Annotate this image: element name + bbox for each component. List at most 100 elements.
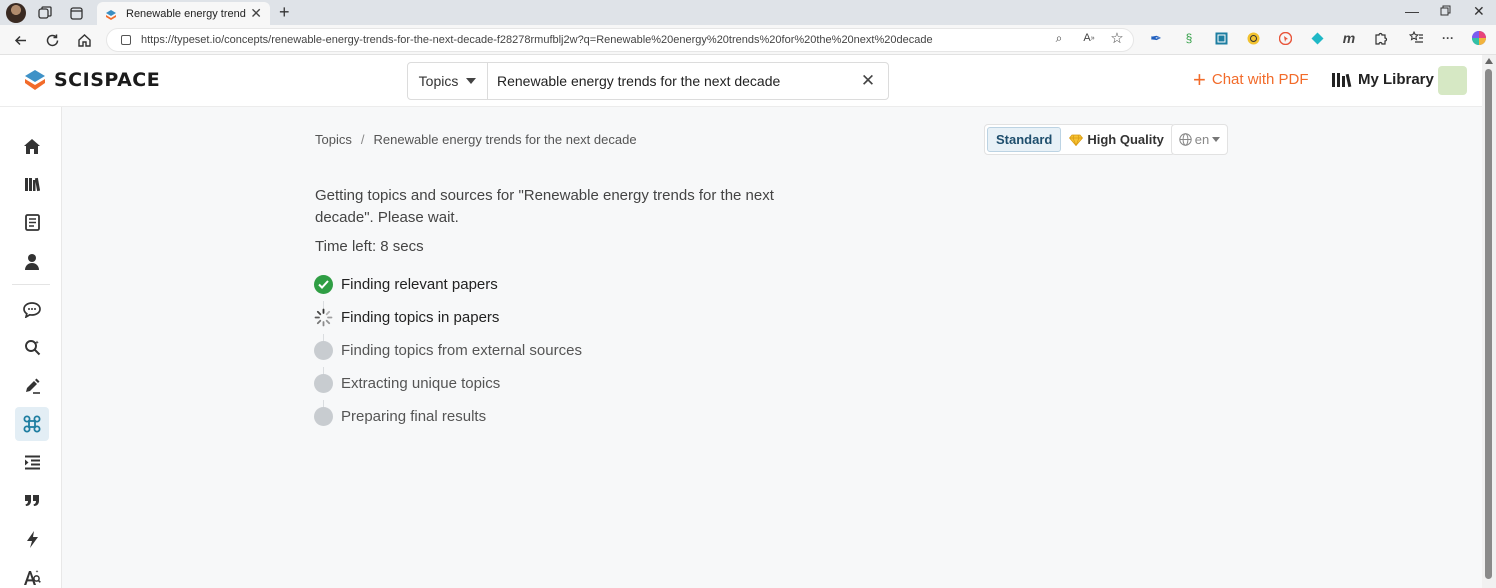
tab-actions-icon[interactable] — [66, 3, 86, 23]
globe-icon — [1179, 133, 1192, 146]
my-library-button[interactable]: My Library — [1332, 71, 1434, 88]
profile-icon — [25, 253, 39, 270]
url-bar[interactable]: https://typeset.io/concepts/renewable-en… — [106, 28, 1134, 52]
chat-with-pdf-button[interactable]: + Chat with PDF — [1193, 66, 1309, 92]
extension-spiral-icon[interactable]: § — [1181, 30, 1197, 46]
sidebar-item-literature-search[interactable] — [15, 330, 49, 364]
extensions-puzzle-icon[interactable] — [1373, 30, 1389, 46]
tab-close-icon[interactable]: ✕ — [250, 5, 262, 22]
citation-icon — [25, 494, 39, 506]
high-quality-button[interactable]: High Quality — [1061, 127, 1172, 152]
sidebar-item-chat[interactable] — [15, 292, 49, 326]
spinner-icon — [314, 308, 333, 327]
pending-circle-icon — [314, 406, 333, 426]
favorites-icon[interactable] — [1408, 30, 1424, 46]
step-extracting-unique-topics: Extracting unique topics — [314, 373, 500, 393]
ai-detector-icon — [24, 569, 41, 585]
extension-m-icon[interactable]: m — [1341, 30, 1357, 46]
minimize-icon[interactable]: — — [1405, 3, 1419, 19]
sidebar-item-library[interactable] — [15, 167, 49, 201]
browser-toolbar: https://typeset.io/concepts/renewable-en… — [0, 25, 1496, 55]
clear-search-icon[interactable]: ✕ — [848, 63, 888, 99]
time-left: Time left: 8 secs — [315, 238, 424, 255]
home-browser-icon[interactable] — [75, 31, 93, 49]
favorite-star-icon[interactable]: ☆ — [1109, 30, 1125, 47]
scroll-thumb[interactable] — [1485, 69, 1492, 579]
step-label: Extracting unique topics — [341, 374, 501, 392]
extension-diamond-icon[interactable] — [1309, 30, 1325, 46]
notebook-icon — [24, 213, 40, 231]
workspaces-icon[interactable] — [35, 3, 55, 23]
restore-icon[interactable] — [1440, 3, 1451, 19]
extension-box-icon[interactable] — [1213, 30, 1229, 46]
chevron-down-icon — [1212, 137, 1221, 142]
sidebar-item-paraphraser[interactable] — [15, 445, 49, 479]
new-tab-icon[interactable]: + — [279, 3, 290, 21]
step-label: Finding topics in papers — [341, 308, 500, 326]
main-content: Topics / Renewable energy trends for the… — [62, 107, 1482, 588]
library-books-icon — [1332, 72, 1352, 87]
lightning-icon — [26, 530, 38, 548]
pen-icon — [25, 378, 40, 394]
user-avatar[interactable] — [1438, 66, 1467, 95]
extension-pen-icon[interactable]: ✒ — [1148, 30, 1164, 46]
chevron-down-icon — [466, 78, 477, 84]
logo-text: SCISPACE — [54, 69, 161, 91]
standard-quality-button[interactable]: Standard — [987, 127, 1062, 152]
copilot-icon[interactable] — [1471, 30, 1487, 46]
lock-icon — [121, 35, 131, 45]
sidebar-item-writer[interactable] — [15, 368, 49, 402]
close-window-icon[interactable]: ✕ — [1473, 3, 1485, 20]
extension-circle-icon[interactable] — [1245, 30, 1261, 46]
plus-icon: + — [1193, 66, 1206, 92]
page-scrollbar[interactable] — [1482, 55, 1496, 588]
breadcrumb-separator: / — [360, 132, 365, 147]
search-input[interactable] — [488, 63, 848, 99]
scroll-up-icon[interactable] — [1485, 58, 1493, 64]
search-bar: Topics ✕ — [407, 62, 889, 100]
back-icon[interactable] — [11, 31, 29, 49]
sidebar — [0, 107, 62, 588]
topics-icon — [23, 415, 41, 433]
more-options-icon[interactable]: ··· — [1440, 30, 1456, 46]
step-finding-topics-external: Finding topics from external sources — [314, 340, 582, 360]
sidebar-item-profile[interactable] — [15, 244, 49, 278]
status-message: Getting topics and sources for "Renewabl… — [315, 187, 774, 226]
profile-avatar-icon[interactable] — [6, 3, 26, 23]
literature-search-icon — [24, 339, 40, 355]
sidebar-item-ai-detector[interactable] — [15, 560, 49, 588]
chat-icon — [23, 301, 41, 318]
sidebar-item-home[interactable] — [15, 129, 49, 163]
active-tab[interactable]: Renewable energy trends for the next dec… — [97, 2, 270, 25]
step-label: Finding topics from external sources — [341, 341, 582, 359]
read-aloud-icon[interactable]: A» — [1081, 30, 1097, 46]
tab-title: Renewable energy trends for the next dec… — [126, 7, 246, 20]
search-type-dropdown[interactable]: Topics — [408, 63, 488, 99]
url-text: https://typeset.io/concepts/renewable-en… — [141, 34, 933, 46]
sidebar-item-citation[interactable] — [15, 483, 49, 517]
my-library-label: My Library — [1358, 71, 1434, 88]
sidebar-item-extract[interactable] — [15, 522, 49, 556]
sidebar-item-notebook[interactable] — [15, 205, 49, 239]
app-header: SCISPACE Topics ✕ + Chat with PDF My Lib… — [0, 55, 1482, 107]
scispace-logo[interactable]: SCISPACE — [24, 69, 160, 91]
scispace-logo-icon — [24, 69, 46, 91]
breadcrumb-current: Renewable energy trends for the next dec… — [373, 132, 637, 147]
quality-toggle: Standard High Quality — [984, 124, 1175, 155]
language-dropdown[interactable]: en — [1171, 124, 1228, 155]
pending-circle-icon — [314, 340, 333, 360]
step-label: Preparing final results — [341, 407, 487, 425]
sidebar-item-topics[interactable] — [15, 407, 49, 441]
diamond-icon — [1069, 134, 1084, 146]
refresh-icon[interactable] — [43, 31, 61, 49]
sidebar-divider — [12, 284, 50, 285]
step-finding-relevant-papers: Finding relevant papers — [314, 274, 498, 294]
check-circle-icon — [314, 274, 333, 294]
breadcrumb: Topics / Renewable energy trends for the… — [315, 132, 637, 147]
breadcrumb-topics-link[interactable]: Topics — [315, 132, 352, 147]
browser-tab-strip: Renewable energy trends for the next dec… — [0, 0, 1496, 25]
zoom-icon[interactable]: ⌕ — [1051, 30, 1067, 46]
step-finding-topics-in-papers: Finding topics in papers — [314, 307, 499, 327]
chat-with-pdf-label: Chat with PDF — [1211, 71, 1309, 88]
extension-cursor-icon[interactable] — [1277, 30, 1293, 46]
